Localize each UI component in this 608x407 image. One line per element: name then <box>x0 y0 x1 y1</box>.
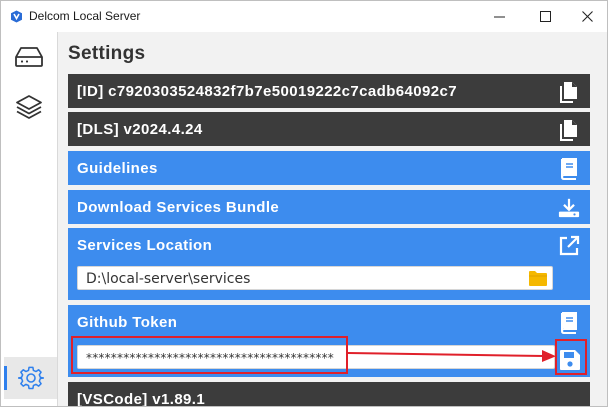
download-bundle-row[interactable]: Download Services Bundle <box>68 190 590 224</box>
vscode-label: [VSCode] v1.89.1 <box>77 391 206 407</box>
book-icon <box>560 158 577 180</box>
open-location-button[interactable] <box>558 234 580 258</box>
dls-label: [DLS] v2024.4.24 <box>77 121 203 138</box>
vscode-row: [VSCode] v1.89.1 <box>68 382 590 407</box>
drive-icon <box>15 47 43 67</box>
folder-icon[interactable] <box>528 270 548 287</box>
book-icon <box>560 312 577 334</box>
maximize-icon <box>539 11 551 22</box>
token-highlight-box <box>71 336 348 374</box>
app-window: Delcom Local Server Settings [ID] c79203… <box>0 0 608 407</box>
services-location-value: D:\local-server\services <box>86 271 251 287</box>
annotation-arrow <box>347 350 556 362</box>
guidelines-button[interactable] <box>558 157 580 181</box>
sidebar-item-layers[interactable] <box>14 92 44 122</box>
copy-id-button[interactable] <box>558 80 580 104</box>
sidebar-item-storage[interactable] <box>14 42 44 72</box>
download-button[interactable] <box>558 196 580 220</box>
page-title: Settings <box>68 43 146 64</box>
dls-row: [DLS] v2024.4.24 <box>68 112 590 146</box>
close-button[interactable] <box>564 1 607 32</box>
copy-icon <box>560 120 577 141</box>
download-bundle-label: Download Services Bundle <box>77 199 280 216</box>
download-icon <box>558 198 580 218</box>
maximize-button[interactable] <box>522 1 568 32</box>
copy-dls-button[interactable] <box>558 118 580 142</box>
copy-icon <box>560 82 577 103</box>
sidebar-item-settings[interactable] <box>4 357 57 399</box>
settings-panel: Settings [ID] c7920303524832f7b7e5001922… <box>58 32 607 407</box>
id-row: [ID] c7920303524832f7b7e50019222c7cadb64… <box>68 74 590 108</box>
services-location-row: Services Location D:\local-server\servic… <box>68 228 590 300</box>
minimize-icon <box>493 16 505 18</box>
minimize-button[interactable] <box>476 1 522 32</box>
gear-icon <box>17 366 44 390</box>
token-guidelines-button[interactable] <box>558 311 580 335</box>
services-location-label: Services Location <box>77 237 213 254</box>
sidebar <box>1 32 58 406</box>
github-token-label: Github Token <box>77 314 178 331</box>
layers-icon <box>16 95 42 119</box>
close-icon <box>581 11 593 22</box>
window-title: Delcom Local Server <box>29 9 141 23</box>
open-external-icon <box>559 235 580 256</box>
guidelines-row[interactable]: Guidelines <box>68 151 590 185</box>
save-highlight-box <box>555 339 587 375</box>
title-bar: Delcom Local Server <box>1 1 607 32</box>
id-label: [ID] c7920303524832f7b7e50019222c7cadb64… <box>77 83 457 100</box>
guidelines-label: Guidelines <box>77 160 158 177</box>
app-logo-icon <box>11 10 22 23</box>
services-location-input[interactable]: D:\local-server\services <box>77 266 553 290</box>
